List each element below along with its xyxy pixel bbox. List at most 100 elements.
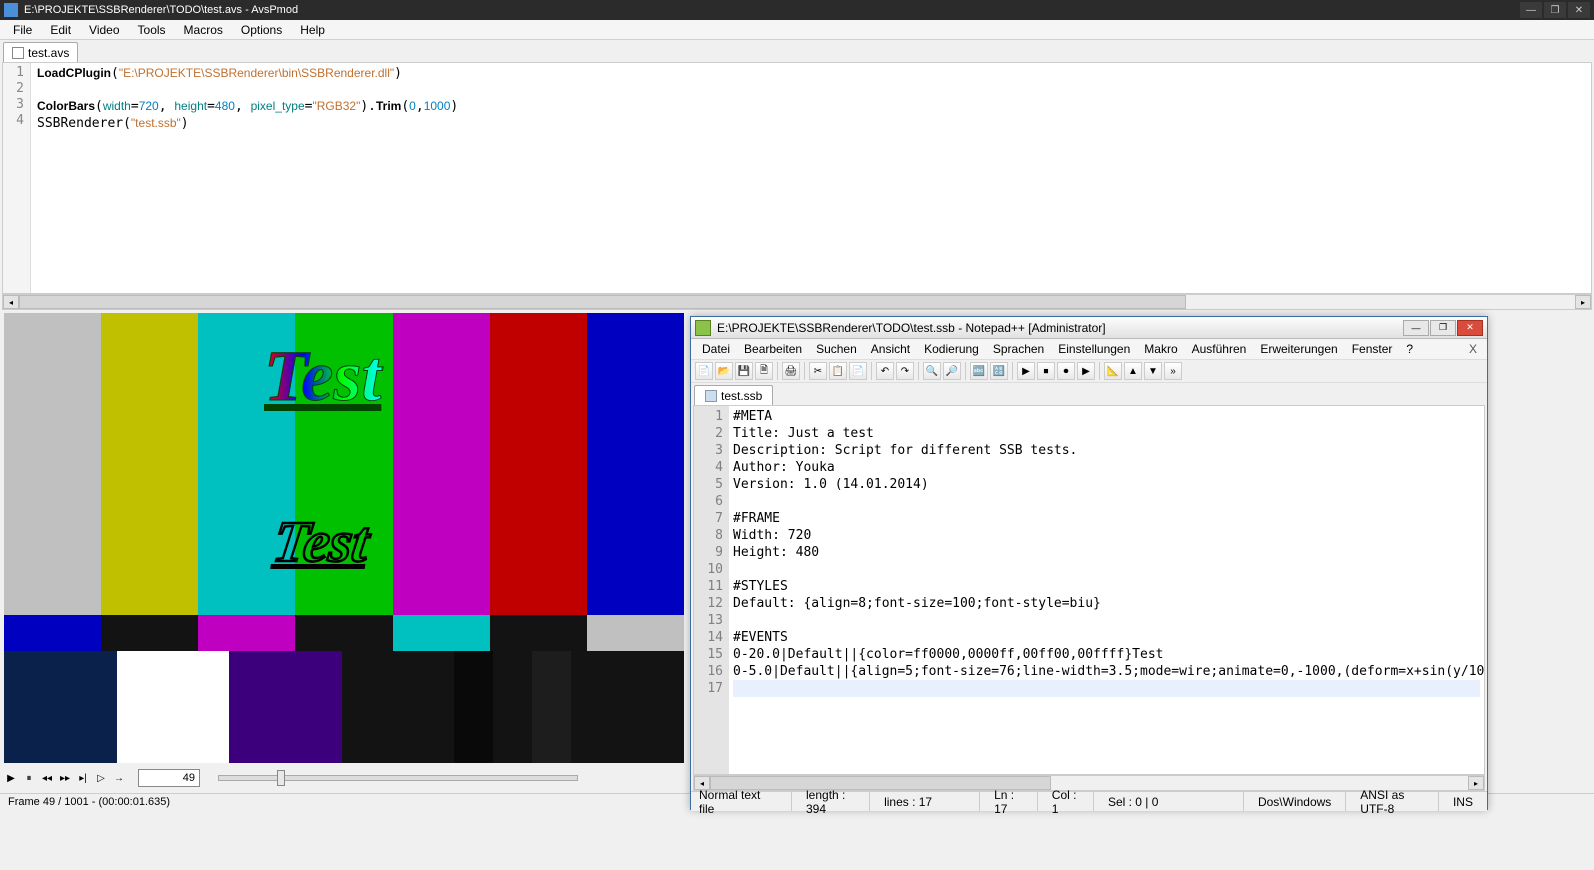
npp-menu-ansicht[interactable]: Ansicht xyxy=(864,340,917,358)
prev-frame-icon[interactable]: ◂◂ xyxy=(40,771,54,785)
notepadpp-window: E:\PROJEKTE\SSBRenderer\TODO\test.ssb - … xyxy=(690,316,1488,810)
scroll-thumb[interactable] xyxy=(19,295,1186,309)
toolbar-button[interactable]: » xyxy=(1164,362,1182,380)
toolbar-button[interactable]: ⏺ xyxy=(1057,362,1075,380)
toolbar-button[interactable]: 💾 xyxy=(735,362,753,380)
npp-minimize-button[interactable]: — xyxy=(1403,320,1429,336)
toolbar-button[interactable]: ✂ xyxy=(809,362,827,380)
npp-scroll-thumb[interactable] xyxy=(710,776,1051,790)
video-preview: Test Test xyxy=(4,313,684,763)
step-back-icon[interactable]: ▸| xyxy=(76,771,90,785)
npp-close-button[interactable]: ✕ xyxy=(1457,320,1483,336)
avspmod-hscroll[interactable]: ◂ ▸ xyxy=(2,294,1592,310)
npp-hscroll[interactable]: ◂ ▸ xyxy=(693,775,1485,791)
scroll-left-icon[interactable]: ◂ xyxy=(3,295,19,309)
menu-options[interactable]: Options xyxy=(232,21,291,39)
npp-menu-sprachen[interactable]: Sprachen xyxy=(986,340,1051,358)
npp-menubar: Datei Bearbeiten Suchen Ansicht Kodierun… xyxy=(691,339,1487,359)
toolbar-button[interactable]: 🔤 xyxy=(970,362,988,380)
slider-knob[interactable] xyxy=(277,770,285,786)
npp-menu-bearbeiten[interactable]: Bearbeiten xyxy=(737,340,809,358)
npp-scroll-track[interactable] xyxy=(710,776,1468,790)
goto-icon[interactable]: → xyxy=(112,771,126,785)
avspmod-gutter: 1234 xyxy=(3,63,31,293)
status-ln: Ln : 17 xyxy=(979,792,1037,811)
npp-titlebar[interactable]: E:\PROJEKTE\SSBRenderer\TODO\test.ssb - … xyxy=(691,317,1487,339)
npp-menu-ausfuehren[interactable]: Ausführen xyxy=(1185,340,1254,358)
npp-menu-suchen[interactable]: Suchen xyxy=(809,340,864,358)
avspmod-code[interactable]: LoadCPlugin("E:\PROJEKTE\SSBRenderer\bin… xyxy=(31,63,1591,293)
status-length: length : 394 xyxy=(791,792,869,811)
status-lines: lines : 17 xyxy=(869,792,979,811)
playback-controls: ▶ ⏸ ◂◂ ▸▸ ▸| ▷ → xyxy=(0,766,685,790)
status-encoding: ANSI as UTF-8 xyxy=(1345,792,1438,811)
status-col: Col : 1 xyxy=(1037,792,1093,811)
npp-editor[interactable]: 1234567891011121314151617 #META Title: J… xyxy=(693,405,1485,775)
menu-tools[interactable]: Tools xyxy=(129,21,175,39)
npp-scroll-right-icon[interactable]: ▸ xyxy=(1468,776,1484,790)
toolbar-button[interactable]: 🗎 xyxy=(755,362,773,380)
npp-maximize-button[interactable]: ❐ xyxy=(1430,320,1456,336)
scroll-right-icon[interactable]: ▸ xyxy=(1575,295,1591,309)
toolbar-button[interactable]: ▲ xyxy=(1124,362,1142,380)
scroll-track[interactable] xyxy=(19,295,1575,309)
menu-video[interactable]: Video xyxy=(80,21,128,39)
file-icon xyxy=(705,390,717,402)
close-button[interactable]: ✕ xyxy=(1568,2,1590,18)
toolbar-button[interactable]: ▼ xyxy=(1144,362,1162,380)
menu-edit[interactable]: Edit xyxy=(41,21,80,39)
status-insert: INS xyxy=(1438,792,1487,811)
toolbar-button[interactable]: 📐 xyxy=(1104,362,1122,380)
npp-title: E:\PROJEKTE\SSBRenderer\TODO\test.ssb - … xyxy=(717,321,1403,335)
tab-test-avs[interactable]: test.avs xyxy=(3,42,78,62)
avspmod-tabbar: test.avs xyxy=(0,40,1594,62)
toolbar-button[interactable]: ↷ xyxy=(896,362,914,380)
avspmod-title: E:\PROJEKTE\SSBRenderer\TODO\test.avs - … xyxy=(24,4,1520,16)
avspmod-menubar: File Edit Video Tools Macros Options Hel… xyxy=(0,20,1594,40)
avspmod-app-icon xyxy=(4,3,18,17)
timeline-slider[interactable] xyxy=(218,775,578,781)
document-icon xyxy=(12,47,24,59)
avspmod-editor[interactable]: 1234 LoadCPlugin("E:\PROJEKTE\SSBRendere… xyxy=(2,62,1592,294)
npp-code[interactable]: #META Title: Just a test Description: Sc… xyxy=(729,406,1484,774)
npp-menu-datei[interactable]: Datei xyxy=(695,340,737,358)
toolbar-button[interactable]: 📄 xyxy=(849,362,867,380)
menu-file[interactable]: File xyxy=(4,21,41,39)
toolbar-button[interactable]: 📋 xyxy=(829,362,847,380)
next-frame-icon[interactable]: ▸▸ xyxy=(58,771,72,785)
maximize-button[interactable]: ❐ xyxy=(1544,2,1566,18)
npp-menu-erweiterungen[interactable]: Erweiterungen xyxy=(1253,340,1344,358)
play-external-icon[interactable]: ▷ xyxy=(94,771,108,785)
npp-menu-fenster[interactable]: Fenster xyxy=(1345,340,1400,358)
tab-label: test.avs xyxy=(28,46,69,60)
toolbar-button[interactable]: 📂 xyxy=(715,362,733,380)
pause-icon[interactable]: ⏸ xyxy=(22,771,36,785)
npp-menu-kodierung[interactable]: Kodierung xyxy=(917,340,986,358)
toolbar-button[interactable]: ▶ xyxy=(1017,362,1035,380)
npp-gutter: 1234567891011121314151617 xyxy=(694,406,729,774)
npp-tab-test-ssb[interactable]: test.ssb xyxy=(694,385,773,405)
avspmod-titlebar[interactable]: E:\PROJEKTE\SSBRenderer\TODO\test.avs - … xyxy=(0,0,1594,20)
npp-menu-help[interactable]: ? xyxy=(1399,340,1420,358)
npp-tab-close-icon[interactable]: X xyxy=(1463,340,1483,358)
menu-help[interactable]: Help xyxy=(291,21,334,39)
toolbar-button[interactable]: 🔍 xyxy=(923,362,941,380)
toolbar-button[interactable]: ↶ xyxy=(876,362,894,380)
npp-app-icon xyxy=(695,320,711,336)
overlay-text-1: Test xyxy=(264,335,381,418)
toolbar-button[interactable]: ▶ xyxy=(1077,362,1095,380)
toolbar-button[interactable]: 🔎 xyxy=(943,362,961,380)
npp-menu-einstellungen[interactable]: Einstellungen xyxy=(1051,340,1137,358)
toolbar-button[interactable]: 📄 xyxy=(695,362,713,380)
status-sel: Sel : 0 | 0 xyxy=(1093,792,1243,811)
frame-input[interactable] xyxy=(138,769,200,787)
minimize-button[interactable]: — xyxy=(1520,2,1542,18)
toolbar-button[interactable]: 🔠 xyxy=(990,362,1008,380)
toolbar-button[interactable]: ⏹ xyxy=(1037,362,1055,380)
overlay-text-2: Test xyxy=(269,508,373,575)
toolbar-button[interactable]: 🖨 xyxy=(782,362,800,380)
menu-macros[interactable]: Macros xyxy=(175,21,232,39)
status-eol: Dos\Windows xyxy=(1243,792,1345,811)
npp-menu-makro[interactable]: Makro xyxy=(1137,340,1184,358)
play-icon[interactable]: ▶ xyxy=(4,771,18,785)
